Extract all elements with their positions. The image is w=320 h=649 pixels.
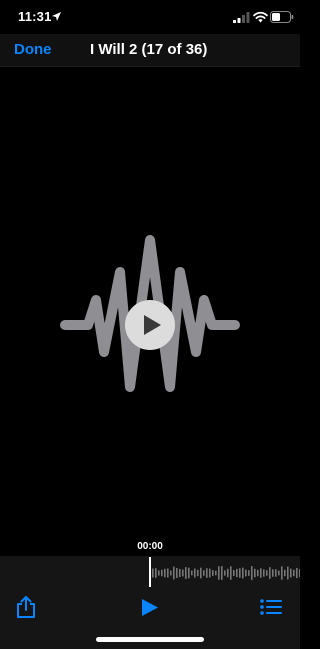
scrubber-bar — [236, 568, 238, 578]
scrubber-bar — [230, 566, 232, 580]
scrubber-bar — [269, 567, 271, 579]
scrubber-bar — [248, 570, 250, 576]
scrubber-bar — [176, 568, 178, 578]
scrubber-bar — [179, 568, 181, 578]
nav-title: I Will 2 (17 of 36) — [90, 41, 208, 58]
waveform-scrubber[interactable] — [148, 558, 300, 588]
scrubber-bar — [206, 568, 208, 578]
scrubber-bar — [266, 570, 268, 576]
scrubber-bar — [164, 568, 166, 578]
scrubber-bar — [275, 569, 277, 577]
scrubber-bar — [203, 570, 205, 576]
scrubber-bar — [293, 569, 295, 577]
scrubber-bar — [281, 566, 283, 580]
scrubber-bar — [197, 569, 199, 577]
playhead[interactable] — [149, 557, 151, 587]
current-time-label: 00:00 — [137, 541, 163, 552]
scrubber-bar — [287, 566, 289, 580]
share-icon[interactable] — [15, 595, 37, 619]
scrubber-bar — [215, 570, 217, 576]
done-button[interactable]: Done — [14, 41, 52, 58]
scrubber-bar — [161, 569, 163, 577]
home-indicator — [96, 637, 204, 642]
play-icon — [144, 315, 161, 335]
scrubber-bar — [185, 567, 187, 579]
scrubber-bar — [173, 566, 175, 580]
scrubber-bar — [251, 566, 253, 580]
scrubber-bar — [152, 568, 154, 578]
nav-divider — [0, 66, 300, 67]
scrubber-bar — [299, 568, 300, 578]
play-overlay-button[interactable] — [125, 300, 175, 350]
scrubber-bar — [296, 567, 298, 579]
scrubber-bar — [182, 569, 184, 577]
scrubber-bar — [233, 570, 235, 576]
scrubber-bar — [263, 569, 265, 577]
scrubber-bar — [260, 568, 262, 578]
scrubber-bar — [155, 568, 157, 578]
scrubber-bar — [290, 568, 292, 578]
status-time: 11:31 — [18, 9, 52, 24]
scrubber-bar — [170, 570, 172, 576]
scrubber-bar — [188, 567, 190, 579]
cellular-signal-icon — [233, 12, 250, 23]
toolbar-play-button[interactable] — [141, 598, 159, 617]
scrubber-bar — [239, 568, 241, 578]
scrubber-bar — [254, 568, 256, 578]
scrubber-bar — [221, 566, 223, 580]
scrubber-bar — [212, 570, 214, 576]
scrubber-bar — [245, 569, 247, 577]
scrubber-bar — [284, 569, 286, 577]
scrubber-bar — [278, 570, 280, 576]
scrubber-bar — [200, 567, 202, 579]
navigation-bar: Done I Will 2 (17 of 36) — [0, 34, 300, 66]
list-icon[interactable] — [260, 599, 282, 615]
scrubber-bar — [194, 568, 196, 578]
battery-icon — [270, 11, 294, 23]
scrubber-bar — [191, 570, 193, 576]
scrubber-bar — [224, 570, 226, 576]
scrubber-bar — [272, 569, 274, 577]
wifi-icon — [253, 11, 268, 23]
location-arrow-icon — [52, 12, 61, 21]
scrubber-bar — [167, 568, 169, 578]
scrubber-bar — [158, 570, 160, 576]
status-bar: 11:31 — [0, 0, 300, 34]
scrubber-bar — [227, 568, 229, 578]
scrubber-bar — [209, 568, 211, 578]
scrubber-bar — [257, 569, 259, 577]
scrubber-bar — [242, 567, 244, 579]
scrubber-bar — [218, 566, 220, 580]
